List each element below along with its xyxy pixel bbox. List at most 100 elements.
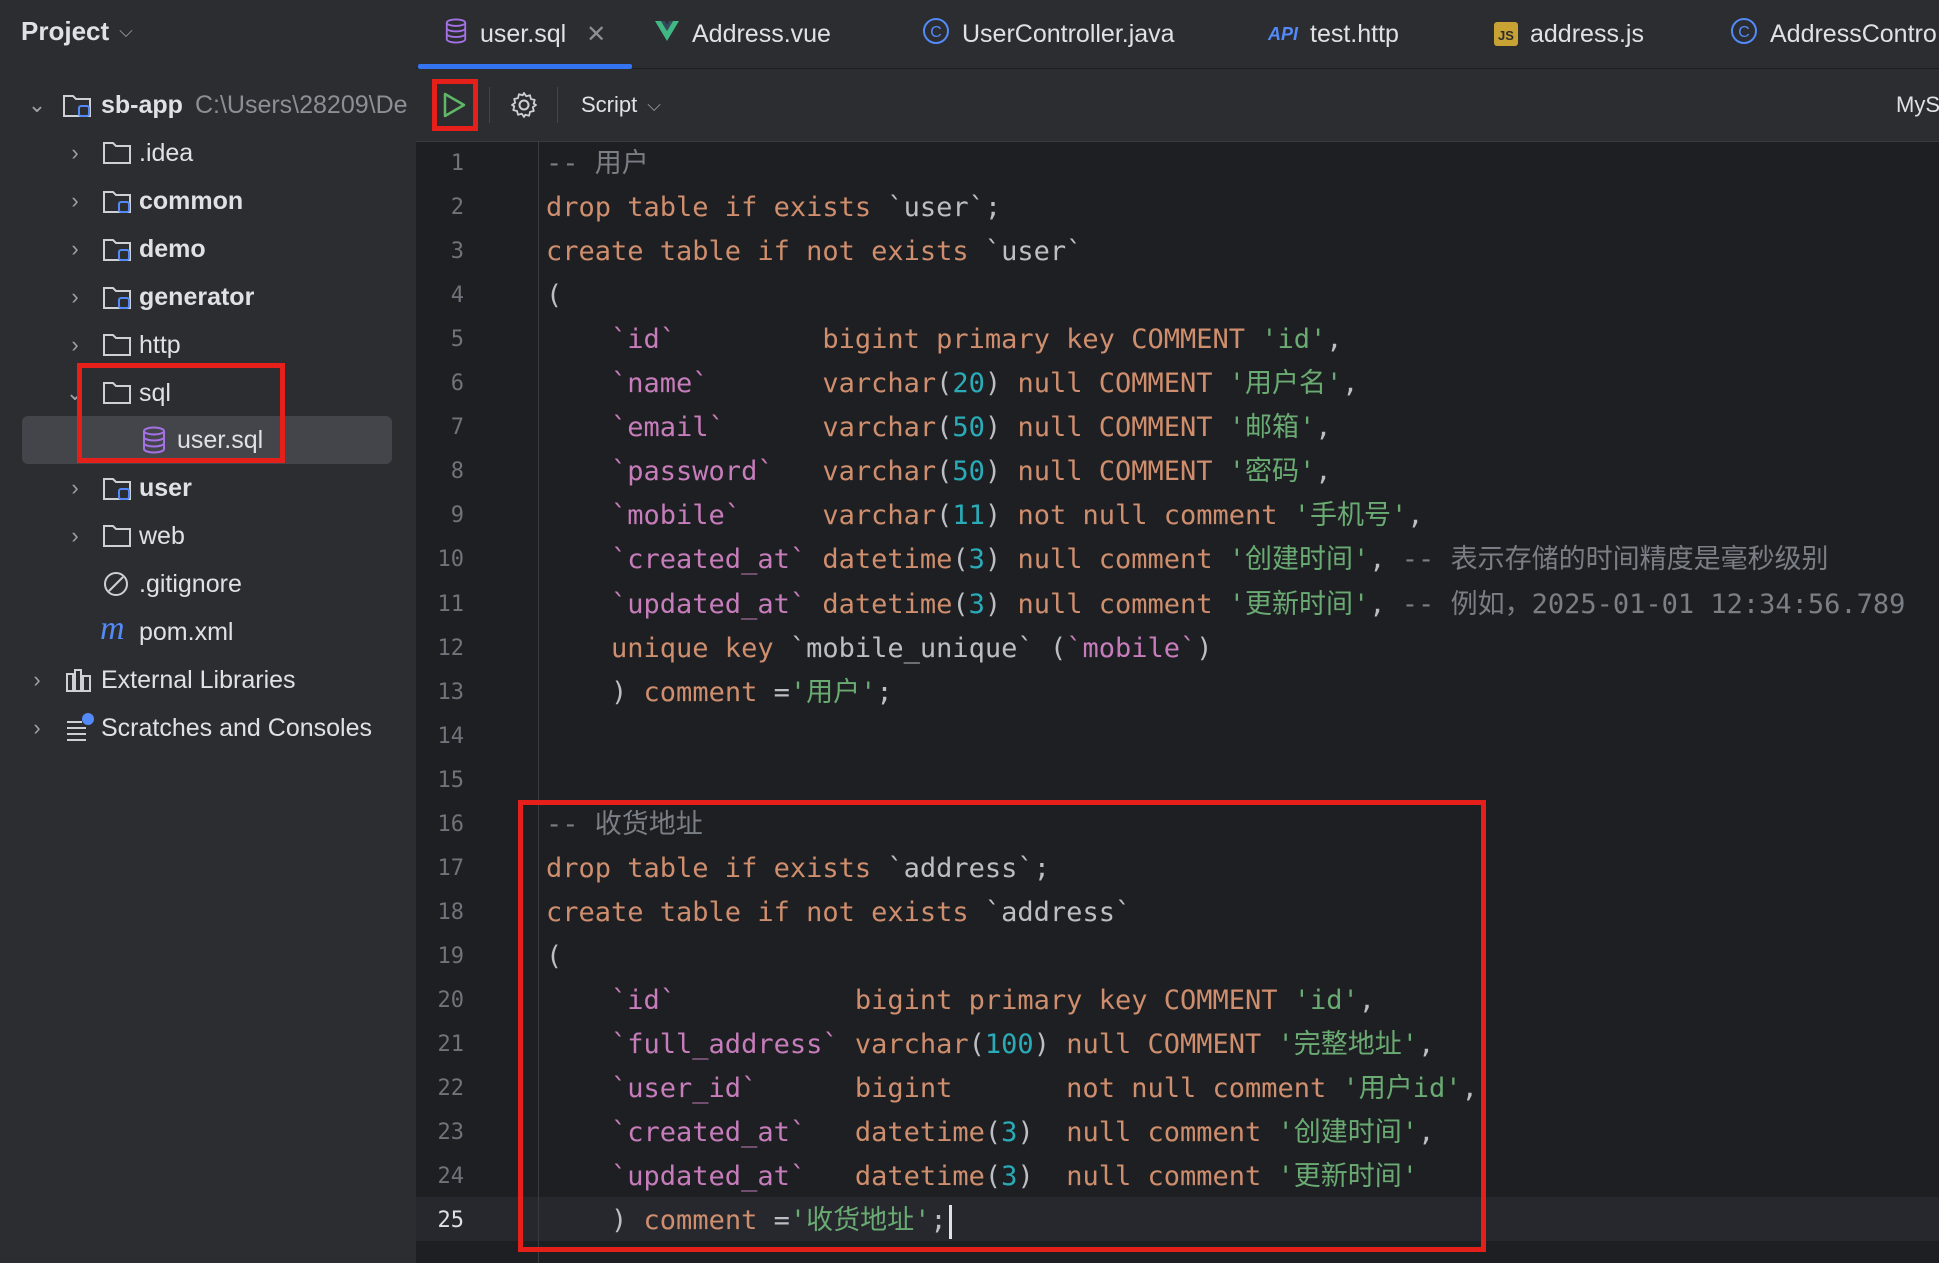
code-editor[interactable]: 1 2 3 4 5 6 7 8 9 10 11 12 13 14 15 16 17 18 19 20 21 22 23 24 2… xyxy=(416,142,1939,1263)
code-token: `id` xyxy=(546,984,855,1016)
chevron-right-icon[interactable]: › xyxy=(27,667,47,693)
line-number[interactable]: 22 xyxy=(416,1067,465,1111)
tree-item-sb-app[interactable]: ⌄ sb-app C:\Users\28209\De xyxy=(0,81,416,129)
code-line[interactable]: `password` varchar(50) null COMMENT '密码'… xyxy=(546,450,1332,494)
tree-item-demo[interactable]: › demo xyxy=(0,225,416,273)
code-line[interactable]: ) comment ='用户'; xyxy=(546,671,893,715)
tab-address-vue[interactable]: Address.vue xyxy=(654,0,831,68)
code-line[interactable]: create table if not exists `address` xyxy=(546,891,1131,935)
code-token: `address` xyxy=(984,896,1132,928)
tab-label: address.js xyxy=(1530,19,1644,48)
run-button[interactable] xyxy=(434,83,474,127)
line-number[interactable]: 12 xyxy=(416,627,465,671)
tree-item-user[interactable]: › user xyxy=(0,464,416,512)
line-number[interactable]: 11 xyxy=(416,583,465,627)
code-line[interactable]: `created_at` datetime(3) null comment '创… xyxy=(546,538,1829,582)
line-number[interactable]: 20 xyxy=(416,979,465,1023)
tree-item-label: generator xyxy=(139,282,255,311)
tab-address-js[interactable]: JS address.js xyxy=(1494,0,1644,68)
tree-item-sql[interactable]: ⌄ sql xyxy=(0,369,416,417)
code-line[interactable]: -- 用户 xyxy=(546,142,649,186)
tree-item-user-sql[interactable]: user.sql xyxy=(0,416,416,464)
code-line[interactable]: ) comment ='收货地址'; xyxy=(546,1199,952,1243)
tree-item-gitignore[interactable]: .gitignore xyxy=(0,560,416,608)
line-number[interactable]: 7 xyxy=(416,406,464,450)
line-number[interactable]: 8 xyxy=(416,450,464,494)
code-token: create table if not exists xyxy=(546,896,985,928)
chevron-down-icon[interactable]: ⌄ xyxy=(65,380,85,406)
chevron-right-icon[interactable]: › xyxy=(65,284,85,310)
tab-user-controller-java[interactable]: C UserController.java xyxy=(922,0,1175,68)
code-line[interactable]: drop table if exists `address`; xyxy=(546,847,1050,891)
tree-item-generator[interactable]: › generator xyxy=(0,273,416,321)
tree-item-external-libraries[interactable]: › External Libraries xyxy=(0,656,416,704)
code-line[interactable]: `user_id` bigint not null comment '用户id'… xyxy=(546,1067,1478,1111)
code-line[interactable]: `full_address` varchar(100) null COMMENT… xyxy=(546,1023,1434,1067)
code-line[interactable]: create table if not exists `user` xyxy=(546,230,1082,274)
line-number[interactable]: 3 xyxy=(416,230,464,274)
tab-user-sql[interactable]: user.sql ✕ xyxy=(444,0,606,68)
line-number[interactable]: 15 xyxy=(416,759,465,803)
tree-item-common[interactable]: › common xyxy=(0,177,416,225)
code-line[interactable]: drop table if exists `user`; xyxy=(546,186,1001,230)
line-number[interactable]: 1 xyxy=(416,142,464,186)
line-number[interactable]: 14 xyxy=(416,715,465,759)
chevron-right-icon[interactable]: › xyxy=(65,140,85,166)
tab-address-controller[interactable]: C AddressContro xyxy=(1730,0,1937,68)
line-number[interactable]: 16 xyxy=(416,803,465,847)
vue-icon xyxy=(654,19,680,50)
chevron-down-icon[interactable]: ⌵ xyxy=(119,21,133,42)
chevron-right-icon[interactable]: › xyxy=(65,332,85,358)
code-line[interactable]: `mobile` varchar(11) not null comment '手… xyxy=(546,494,1424,538)
project-header[interactable]: Project ⌵ xyxy=(0,0,416,62)
line-number[interactable]: 24 xyxy=(416,1155,465,1199)
code-line[interactable]: `email` varchar(50) null COMMENT '邮箱', xyxy=(546,406,1332,450)
datasource-selector[interactable]: MyS xyxy=(1896,83,1939,127)
code-line[interactable]: `created_at` datetime(3) null comment '创… xyxy=(546,1111,1434,1155)
line-number[interactable]: 6 xyxy=(416,362,464,406)
code-token: ) xyxy=(984,368,1018,400)
code-line[interactable]: -- 收货地址 xyxy=(546,803,703,847)
project-title[interactable]: Project xyxy=(21,16,109,47)
code-line[interactable]: ( xyxy=(546,274,562,318)
line-number[interactable]: 5 xyxy=(416,318,464,362)
line-number[interactable]: 10 xyxy=(416,538,465,582)
line-number[interactable]: 19 xyxy=(416,935,465,979)
chevron-right-icon[interactable]: › xyxy=(65,475,85,501)
code-line[interactable]: `updated_at` datetime(3) null comment '更… xyxy=(546,1155,1418,1199)
line-number[interactable]: 17 xyxy=(416,847,465,891)
code-line[interactable]: `id` bigint primary key COMMENT 'id', xyxy=(546,318,1343,362)
close-icon[interactable]: ✕ xyxy=(586,20,606,49)
code-token: , xyxy=(1369,588,1402,620)
code-line[interactable]: ( xyxy=(546,935,562,979)
line-number[interactable]: 9 xyxy=(416,494,464,538)
line-number[interactable]: 25 xyxy=(416,1199,465,1243)
script-dropdown[interactable]: Script ⌵ xyxy=(581,83,661,127)
chevron-right-icon[interactable]: › xyxy=(65,188,85,214)
line-number[interactable]: 13 xyxy=(416,671,465,715)
chevron-right-icon[interactable]: › xyxy=(65,236,85,262)
code-line[interactable]: `updated_at` datetime(3) null comment '更… xyxy=(546,583,1905,627)
chevron-right-icon[interactable]: › xyxy=(65,523,85,549)
code-token: ) xyxy=(1017,1117,1067,1149)
tree-item-idea[interactable]: › .idea xyxy=(0,129,416,177)
code-token: '用户名' xyxy=(1228,368,1343,400)
code-line[interactable]: `id` bigint primary key COMMENT 'id', xyxy=(546,979,1375,1023)
chevron-right-icon[interactable]: › xyxy=(27,715,47,741)
code-token: datetime xyxy=(822,544,953,576)
tree-item-http[interactable]: › http xyxy=(0,321,416,369)
line-number[interactable]: 23 xyxy=(416,1111,465,1155)
line-number[interactable]: 2 xyxy=(416,186,464,230)
tree-item-web[interactable]: › web xyxy=(0,512,416,560)
chevron-down-icon[interactable]: ⌄ xyxy=(27,92,47,118)
code-line[interactable]: `name` varchar(20) null COMMENT '用户名', xyxy=(546,362,1359,406)
code-line[interactable]: unique key `mobile_unique` (`mobile`) xyxy=(546,627,1213,671)
settings-button[interactable] xyxy=(506,87,542,123)
tab-test-http[interactable]: API test.http xyxy=(1268,0,1399,68)
code-token: , xyxy=(1315,456,1332,488)
line-number[interactable]: 18 xyxy=(416,891,465,935)
line-number[interactable]: 4 xyxy=(416,274,464,318)
tree-item-scratches[interactable]: › Scratches and Consoles xyxy=(0,704,416,752)
line-number[interactable]: 21 xyxy=(416,1023,465,1067)
tree-item-pom-xml[interactable]: m pom.xml xyxy=(0,608,416,656)
